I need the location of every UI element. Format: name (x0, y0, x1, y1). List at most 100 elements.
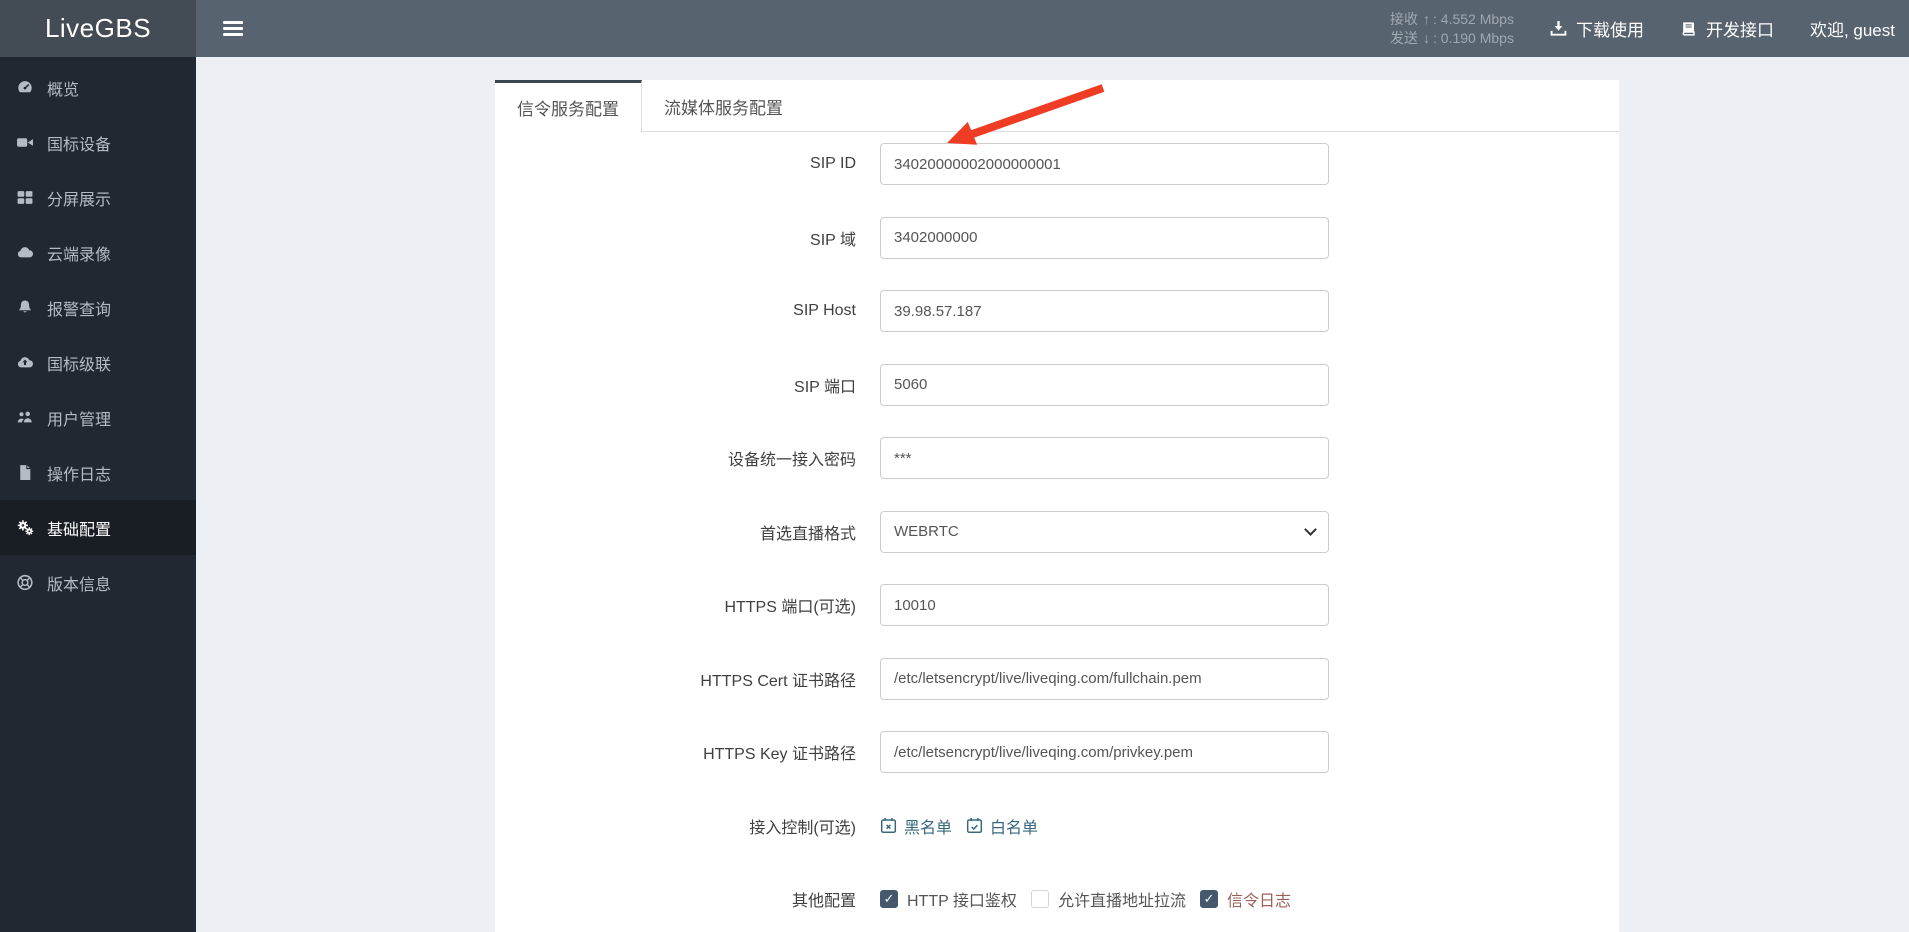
input-value: 34020000002000000001 (894, 155, 1061, 173)
input-value: /etc/letsencrypt/live/liveqing.com/privk… (894, 743, 1194, 761)
field-label-device-password: 设备统一接入密码 (727, 452, 856, 469)
form-row-https-port: HTTPS 端口(可选) 10010 (495, 584, 1619, 626)
sidebar-item-overview[interactable]: 概览 (0, 60, 196, 115)
chevron-down-icon (1304, 522, 1317, 536)
signal-config-form: SIP ID 34020000002000000001 SIP 域 340200000… (495, 132, 1619, 920)
input-value: 3402000000 (894, 229, 978, 246)
network-stats: 接收 ↑ : 4.552 Mbps 发送 ↓ : 0.190 Mbps (1390, 10, 1514, 46)
field-label-https-cert-path: HTTPS Cert 证书路径 (700, 672, 856, 690)
navbar-link-download-use[interactable]: 下载使用 (1550, 16, 1644, 41)
selected-option: WEBRTC (894, 523, 959, 540)
http-api-auth-label: HTTP 接口鉴权 (907, 893, 1017, 910)
field-label-sip-port: SIP 端口 (794, 378, 856, 396)
https-cert-path-input[interactable]: /etc/letsencrypt/live/liveqing.com/fullc… (880, 657, 1329, 700)
link-label: 白名单 (990, 819, 1039, 837)
form-row-sip-port: SIP 端口 5060 (495, 363, 1619, 406)
input-value: *** (894, 449, 912, 467)
sidebar-item-label: 国标级联 (47, 356, 112, 374)
form-row-sip-domain: SIP 域 3402000000 (495, 216, 1619, 259)
hamburger-icon (223, 21, 243, 24)
bell-icon (15, 299, 35, 317)
sip-id-input[interactable]: 34020000002000000001 (880, 143, 1329, 185)
link-label: 黑名单 (904, 819, 953, 837)
sip-domain-input[interactable]: 3402000000 (880, 216, 1329, 259)
input-value: 5060 (894, 376, 928, 393)
camera-icon (15, 134, 35, 152)
cloud-icon (15, 244, 35, 262)
preferred-live-format-select[interactable]: WEBRTC (880, 510, 1329, 553)
allow-pull-stream-checkbox[interactable] (1030, 890, 1049, 908)
whitelist-link[interactable]: 白名单 (966, 814, 1038, 838)
sidebar-item-operation-log[interactable]: 操作日志 (0, 445, 196, 500)
input-value: 39.98.57.187 (894, 302, 982, 320)
field-label-sip-domain: SIP 域 (810, 231, 856, 249)
field-label-sip-host: SIP Host (793, 302, 856, 319)
sidebar-item-alarm-query[interactable]: 报警查询 (0, 280, 196, 335)
sidebar-item-gb-cascade[interactable]: 国标级联 (0, 335, 196, 390)
field-label-other-config: 其他配置 (791, 893, 856, 910)
field-label-preferred-live-format: 首选直播格式 (759, 525, 856, 543)
form-row-sip-host: SIP Host 39.98.57.187 (495, 290, 1619, 332)
brand-logo[interactable]: LiveGBS (0, 0, 196, 57)
gauge-icon (15, 79, 35, 97)
form-row-https-cert-path: HTTPS Cert 证书路径/etc/letsencrypt/live/liv… (495, 657, 1619, 700)
sidebar-item-label: 国标设备 (47, 136, 112, 154)
sidebar-item-label: 版本信息 (47, 576, 112, 594)
sidebar-toggle-button[interactable] (211, 0, 255, 57)
navbar-link-dev-api[interactable]: 开发接口 (1680, 16, 1774, 41)
field-label-https-port: HTTPS 端口(可选) (724, 599, 856, 616)
config-card: 信令服务配置 流媒体服务配置 SIP ID 34020000002000000001… (495, 80, 1619, 932)
users-icon (15, 409, 35, 427)
https-port-input[interactable]: 10010 (880, 584, 1329, 626)
form-row-access-control: 接入控制(可选) 黑名单 白名单 (495, 805, 1619, 847)
recv-label: 接收 (1390, 10, 1418, 27)
navbar-link-label: 开发接口 (1705, 21, 1774, 40)
sidebar-item-label: 用户管理 (47, 411, 112, 429)
sip-port-input[interactable]: 5060 (880, 363, 1329, 406)
recv-value: 4.552 Mbps (1440, 10, 1514, 27)
calendar-x-icon (880, 817, 897, 834)
tab-signal-service-config[interactable]: 信令服务配置 (495, 80, 642, 133)
sidebar-item-label: 操作日志 (47, 466, 112, 484)
https-key-path-input[interactable]: /etc/letsencrypt/live/liveqing.com/privk… (880, 731, 1329, 773)
sidebar-item-label: 云端录像 (47, 246, 112, 264)
form-row-device-password: 设备统一接入密码 *** (495, 437, 1619, 479)
signal-log-checkbox[interactable]: ✓ (1199, 890, 1218, 908)
top-navbar: LiveGBS 接收 ↑ : 4.552 Mbps 发送 ↓ : 0.190 M… (0, 0, 1909, 57)
sidebar-item-label: 报警查询 (47, 301, 112, 319)
sidebar-item-gb-devices[interactable]: 国标设备 (0, 115, 196, 170)
navbar-links: 下载使用 开发接口 欢迎, guest (1550, 16, 1895, 41)
down-arrow-icon: ↓ (1423, 29, 1430, 46)
form-row-preferred-live-format: 首选直播格式 WEBRTC (495, 510, 1619, 553)
grid-icon (15, 189, 35, 207)
input-value: 10010 (894, 596, 936, 614)
sip-host-input[interactable]: 39.98.57.187 (880, 290, 1329, 332)
field-label-access-control: 接入控制(可选) (749, 819, 856, 837)
signal-log-checkbox-item: ✓ 信令日志 (1199, 887, 1291, 911)
calendar-check-icon (966, 817, 983, 834)
form-row-other-config: 其他配置 ✓ HTTP 接口鉴权 允许直播地址拉流 ✓ 信令日志 (495, 878, 1619, 920)
sidebar-item-label: 分屏展示 (47, 191, 112, 209)
send-label: 发送 (1390, 29, 1418, 46)
sidebar: 概览国标设备分屏展示云端录像报警查询国标级联用户管理操作日志基础配置版本信息 (0, 57, 196, 932)
tab-media-service-config[interactable]: 流媒体服务配置 (642, 80, 805, 132)
input-value: /etc/letsencrypt/live/liveqing.com/fullc… (894, 670, 1202, 687)
http-api-auth-checkbox[interactable]: ✓ (880, 890, 898, 908)
http-api-auth-checkbox-item: ✓ HTTP 接口鉴权 (880, 887, 1017, 911)
file-icon (15, 464, 35, 482)
device-password-input[interactable]: *** (880, 437, 1329, 479)
up-arrow-icon: ↑ (1423, 10, 1430, 27)
download-icon (1550, 20, 1567, 37)
form-row-sip-id: SIP ID 34020000002000000001 (495, 143, 1619, 185)
sidebar-item-version-info[interactable]: 版本信息 (0, 555, 196, 610)
sidebar-item-split-screen[interactable]: 分屏展示 (0, 170, 196, 225)
navbar-link-welcome-user[interactable]: 欢迎, guest (1810, 16, 1895, 41)
signal-log-label[interactable]: 信令日志 (1227, 887, 1291, 911)
sidebar-item-basic-config[interactable]: 基础配置 (0, 500, 196, 555)
blacklist-link[interactable]: 黑名单 (880, 814, 952, 838)
sidebar-item-cloud-recording[interactable]: 云端录像 (0, 225, 196, 280)
sidebar-item-user-management[interactable]: 用户管理 (0, 390, 196, 445)
lifering-icon (15, 574, 35, 592)
config-tabs: 信令服务配置 流媒体服务配置 (495, 80, 1619, 133)
gears-icon (15, 519, 35, 537)
